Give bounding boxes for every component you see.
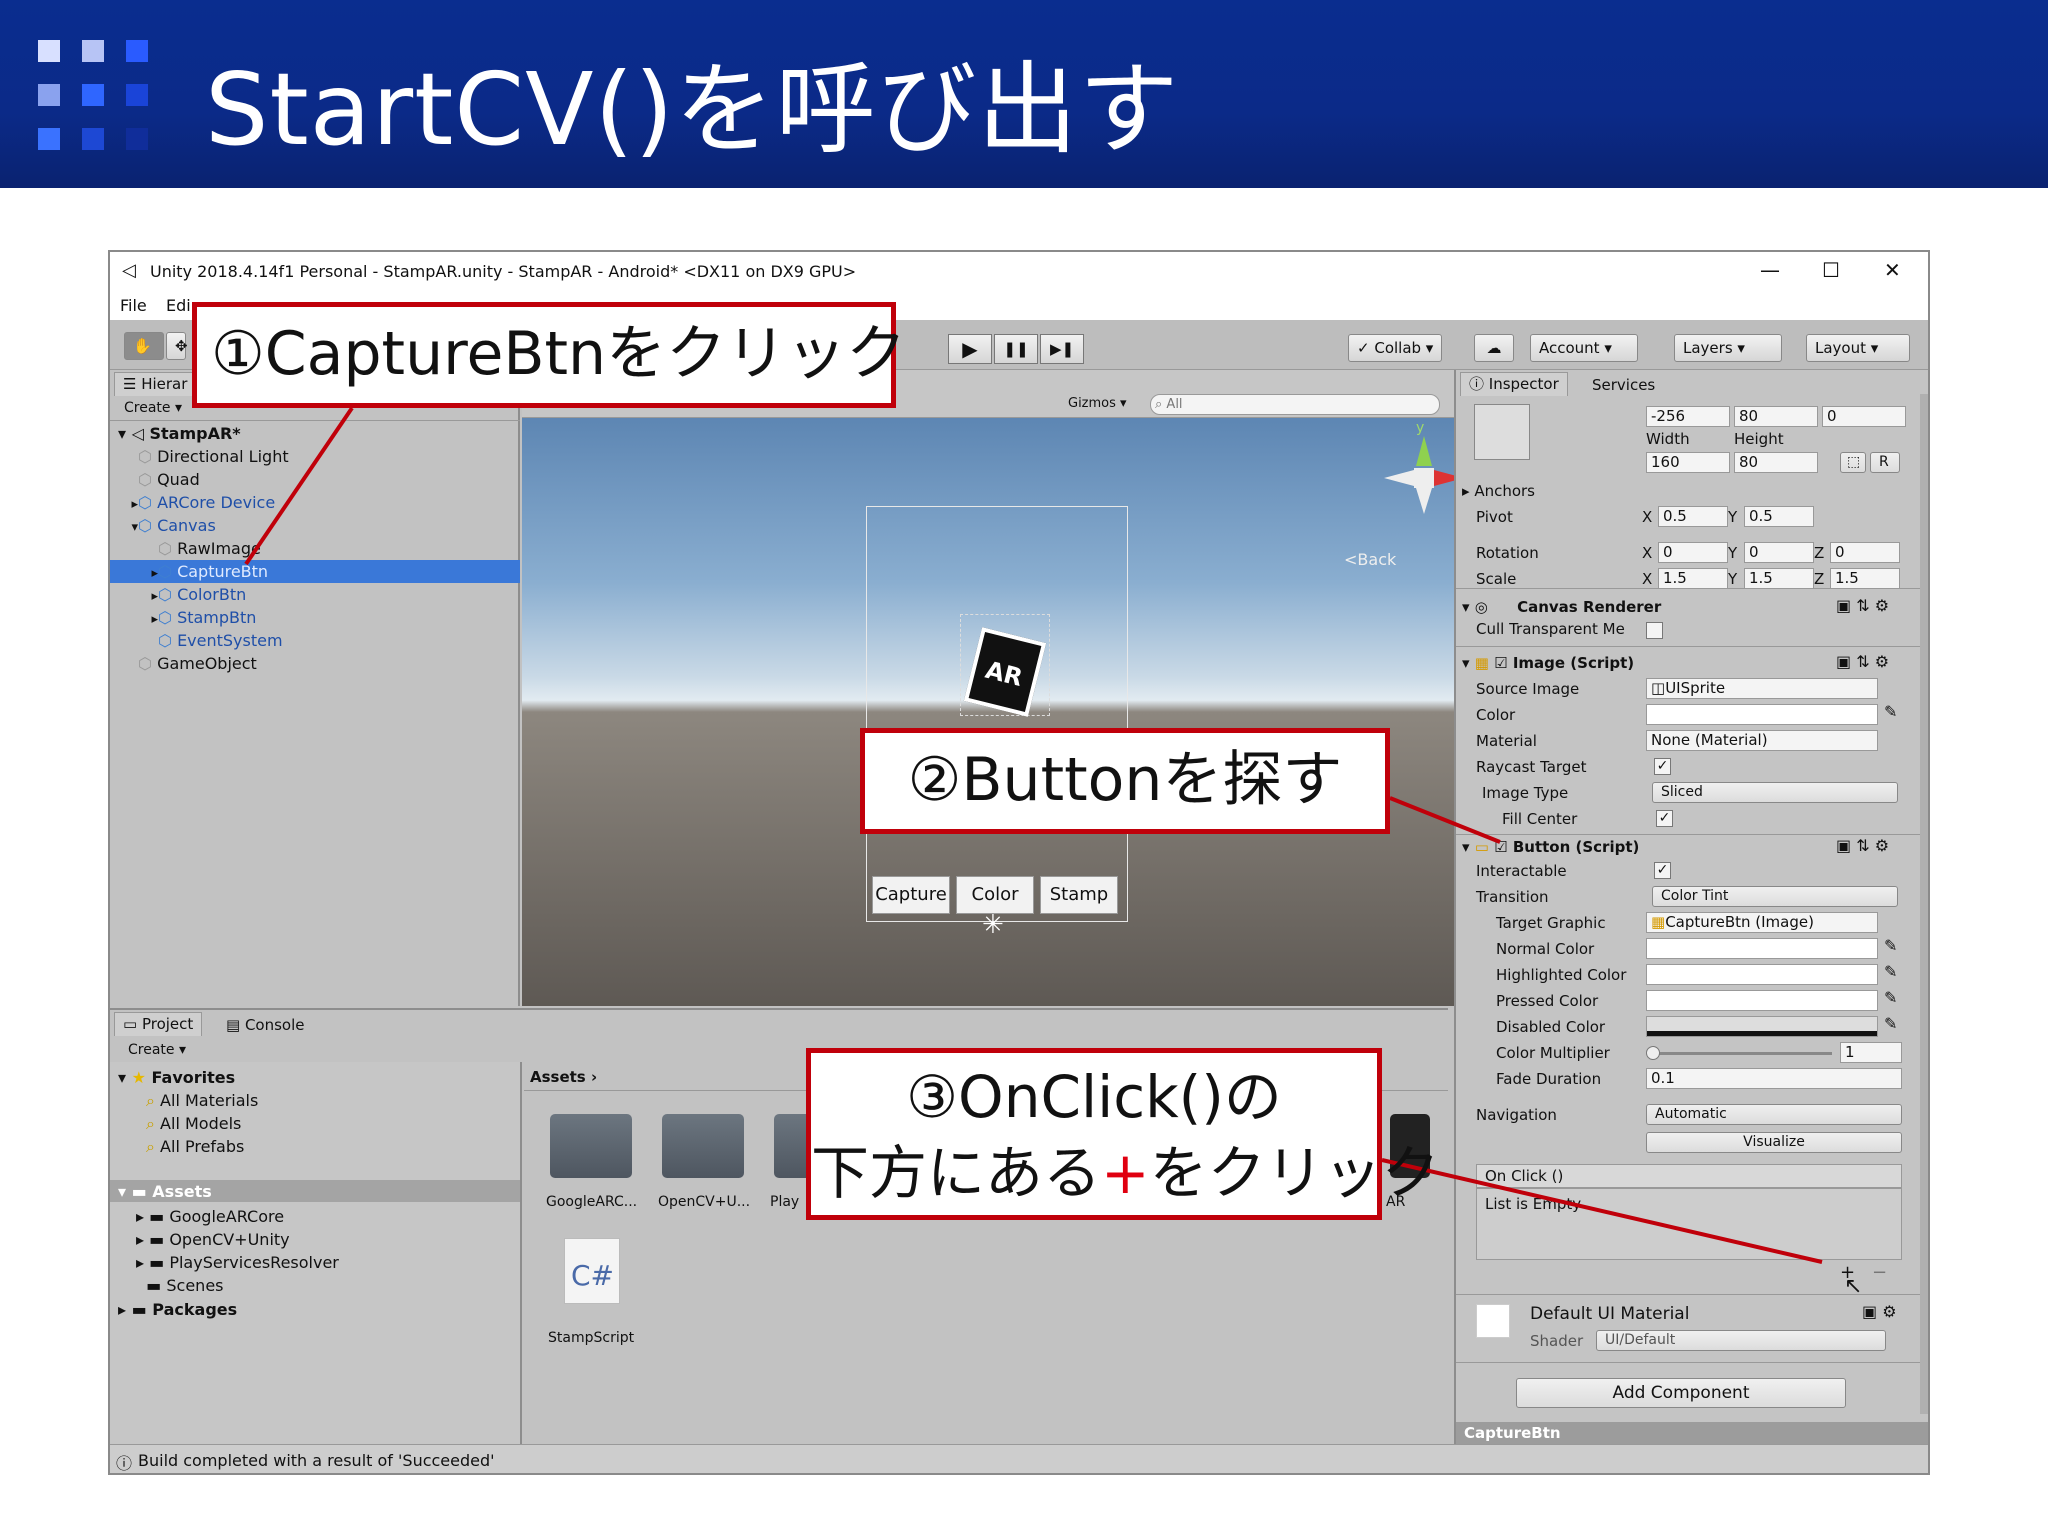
callout-3-text-a: 下方にある xyxy=(811,1139,1102,1207)
callout-3-text-b: をクリック xyxy=(1149,1139,1440,1207)
callout-3-line1: ③OnClick()の xyxy=(906,1063,1282,1131)
connector-2 xyxy=(1389,796,1501,844)
callout-3-line2: 下方にある+をクリック xyxy=(811,1135,1440,1211)
connector-3 xyxy=(1381,1158,1823,1264)
callout-1: ①CaptureBtnをクリック xyxy=(192,302,906,408)
connector-1 xyxy=(244,406,354,566)
callout-2: ②Buttonを探す xyxy=(860,728,1390,834)
slide: StartCV()を呼び出す ◁ Unity 2018.4.14f1 Perso… xyxy=(0,0,2048,1536)
callout-3-plus: + xyxy=(1101,1139,1150,1207)
callout-3: ③OnClick()の 下方にある+をクリック xyxy=(806,1048,1440,1220)
